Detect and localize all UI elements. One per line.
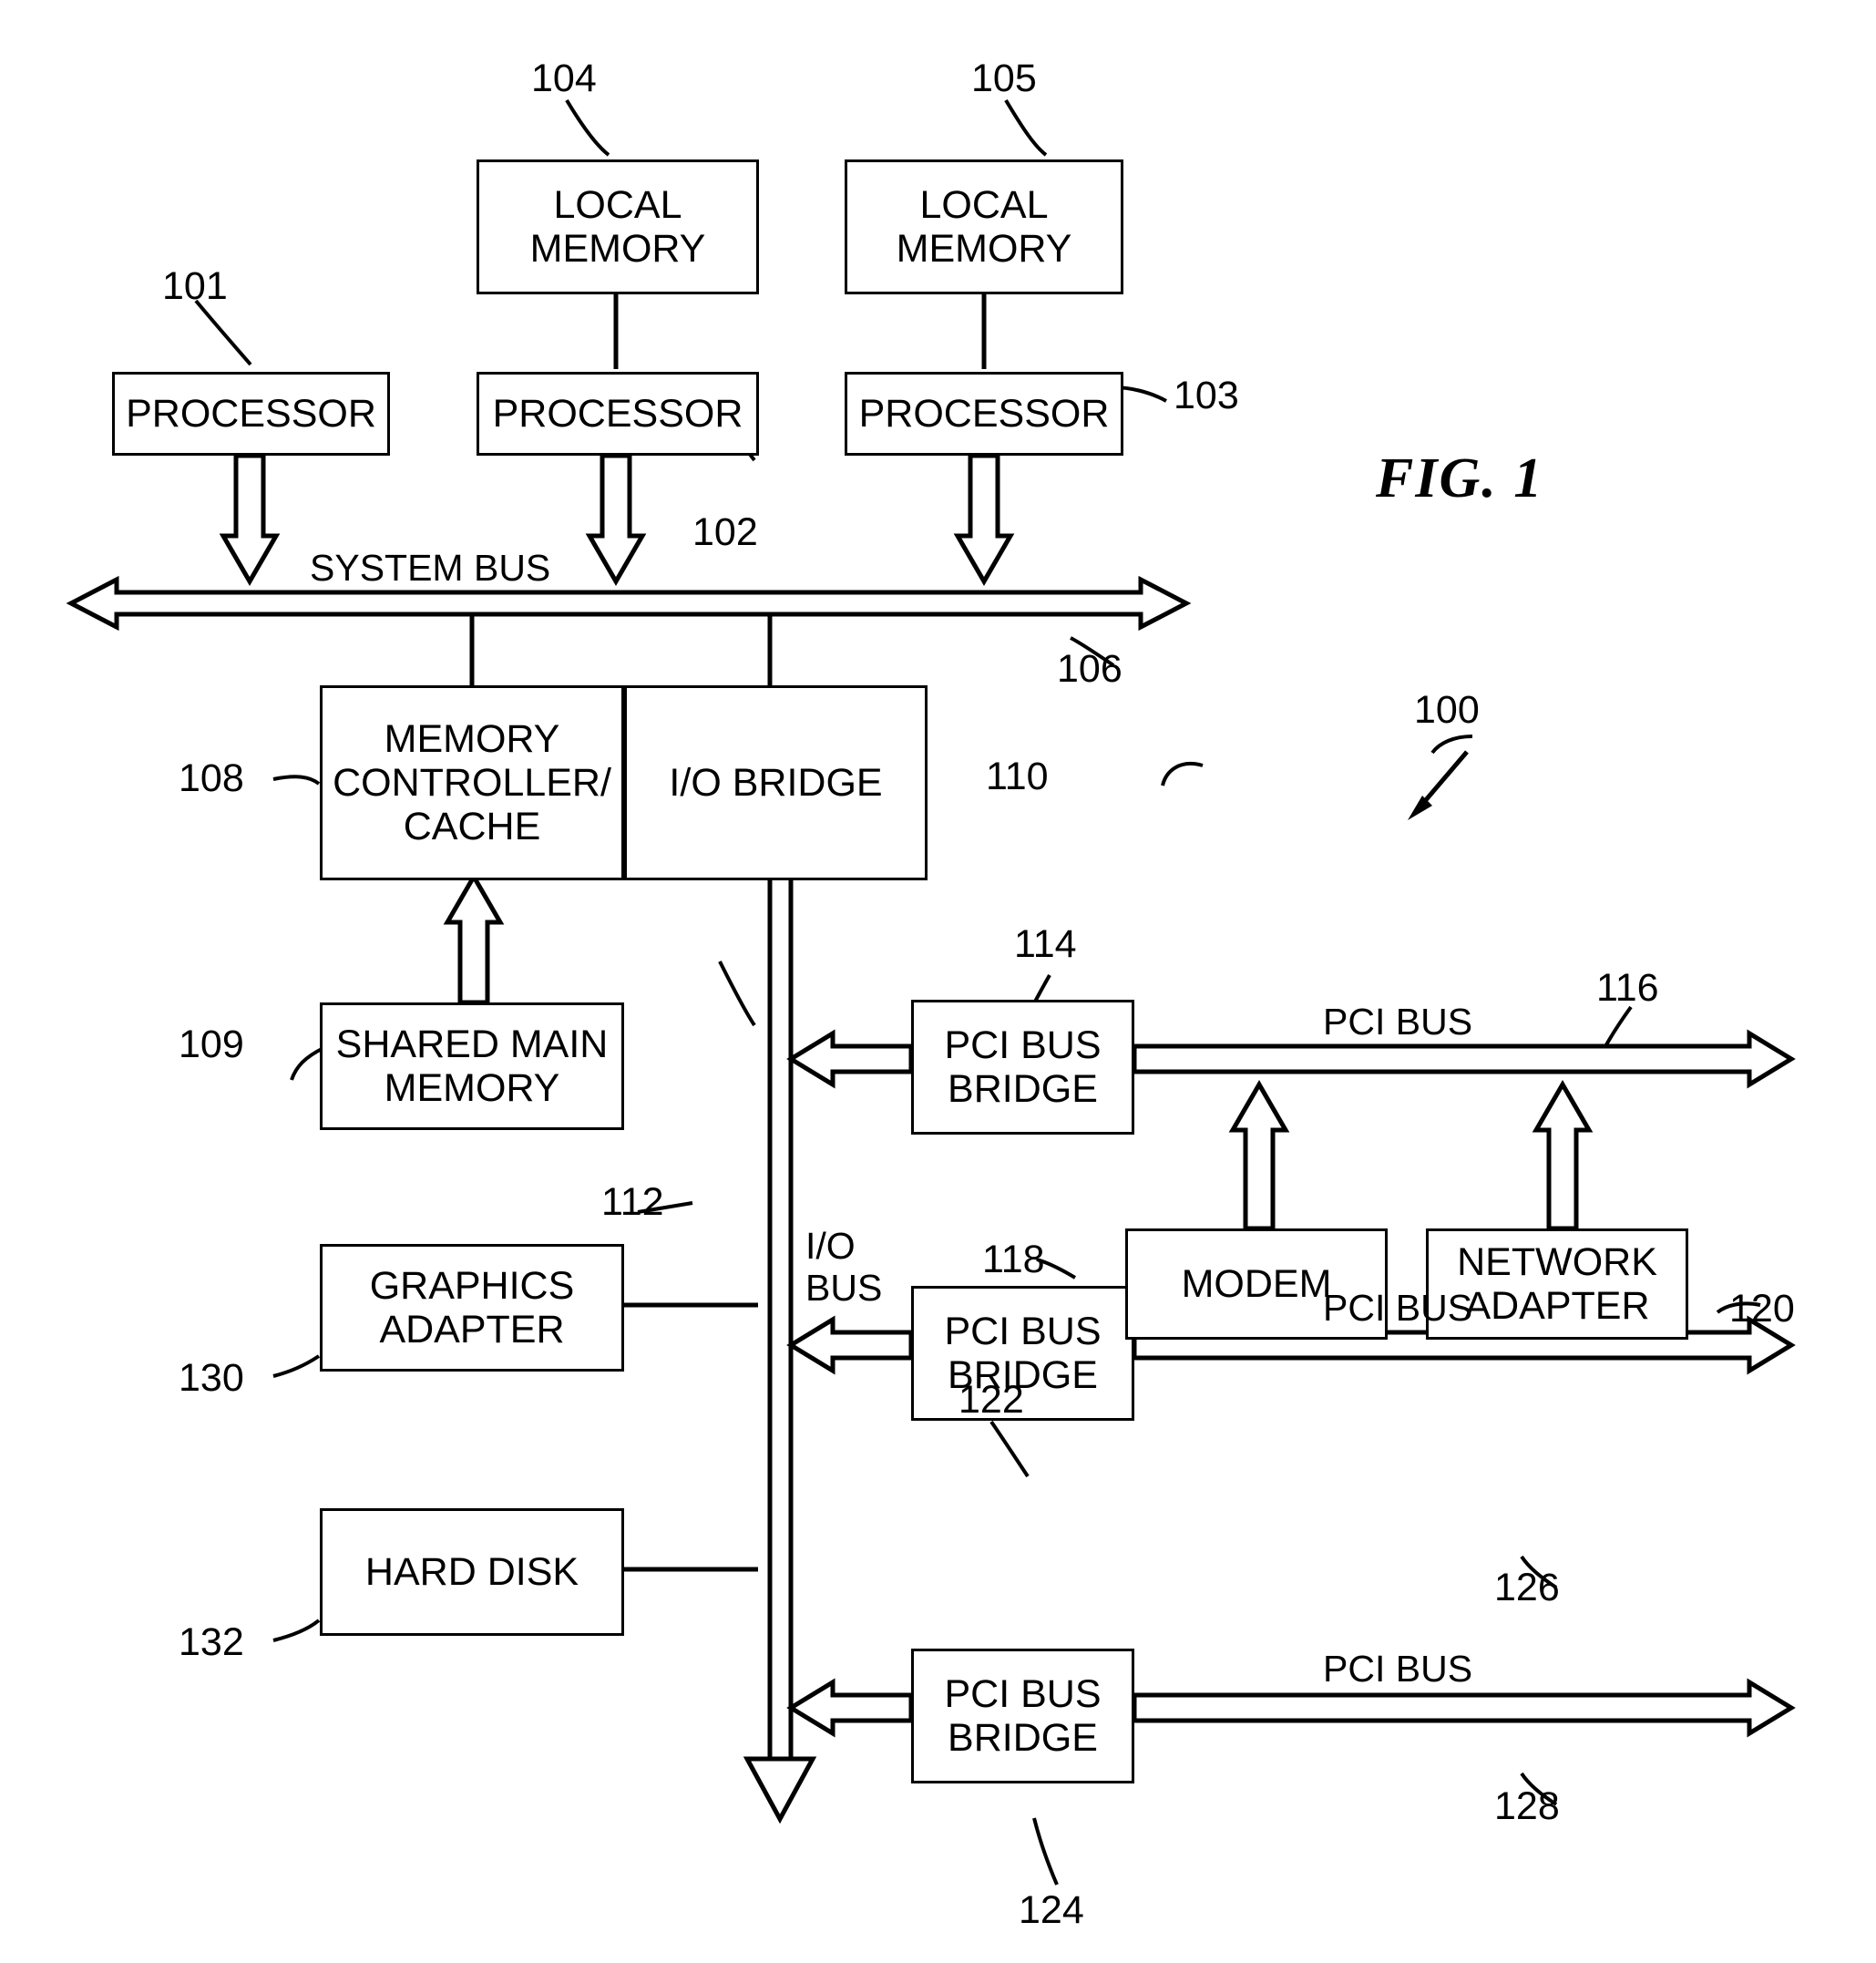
arrow-iobus-pcibridge2 [786, 1315, 914, 1375]
system-ref-arrow [1408, 750, 1469, 820]
box-local-memory-2-label: LOCAL MEMORY [896, 182, 1072, 271]
box-pci-bus-bridge-1-label: PCI BUS BRIDGE [944, 1023, 1102, 1111]
box-pci-bus-bridge-1[interactable]: PCI BUS BRIDGE [911, 1000, 1134, 1135]
arrow-proc1-bus [219, 453, 281, 586]
box-local-memory-2[interactable]: LOCAL MEMORY [845, 159, 1123, 294]
box-processor-3-label: PROCESSOR [858, 391, 1110, 436]
arrow-sharedmem-memctrl [443, 872, 505, 1005]
box-processor-1[interactable]: PROCESSOR [112, 372, 390, 456]
ref-132: 132 [179, 1620, 244, 1664]
box-shared-main-memory-label: SHARED MAIN MEMORY [335, 1022, 609, 1110]
arrow-iobus-pcibridge1 [786, 1029, 914, 1089]
ref-118: 118 [982, 1238, 1045, 1281]
box-modem-label: MODEM [1181, 1261, 1332, 1306]
box-hard-disk[interactable]: HARD DISK [320, 1508, 624, 1636]
ref-122: 122 [959, 1378, 1024, 1422]
ref-103: 103 [1174, 374, 1239, 417]
ref-105: 105 [971, 57, 1037, 100]
ref-130: 130 [179, 1356, 244, 1400]
ref-120: 120 [1729, 1287, 1795, 1331]
box-memory-controller-cache-label: MEMORY CONTROLLER/ CACHE [333, 716, 611, 849]
arrow-iobus-pcibridge3 [786, 1678, 914, 1738]
box-processor-3[interactable]: PROCESSOR [845, 372, 1123, 456]
ref-102: 102 [692, 510, 758, 554]
box-hard-disk-label: HARD DISK [364, 1549, 579, 1594]
arrow-network-pcibus [1532, 1080, 1594, 1231]
arrow-proc2-bus [585, 453, 647, 586]
ref-112: 112 [601, 1180, 664, 1224]
arrow-proc3-bus [953, 453, 1015, 586]
box-local-memory-1[interactable]: LOCAL MEMORY [477, 159, 759, 294]
box-graphics-adapter[interactable]: GRAPHICS ADAPTER [320, 1244, 624, 1372]
ref-114: 114 [1014, 922, 1077, 966]
ref-126: 126 [1494, 1566, 1560, 1609]
ref-124: 124 [1019, 1888, 1084, 1932]
box-shared-main-memory[interactable]: SHARED MAIN MEMORY [320, 1002, 624, 1130]
ref-104: 104 [531, 57, 597, 100]
ref-116: 116 [1596, 966, 1659, 1010]
ref-101: 101 [162, 264, 228, 308]
label-pci-bus-2: PCI BUS [1323, 1287, 1473, 1329]
box-pci-bus-bridge-3-label: PCI BUS BRIDGE [944, 1671, 1102, 1760]
ref-106: 106 [1057, 647, 1123, 691]
ref-110: 110 [986, 755, 1049, 798]
ref-108: 108 [179, 756, 244, 800]
figure-label: FIG. 1 [1376, 447, 1544, 509]
leader-104 [565, 98, 610, 157]
box-local-memory-1-label: LOCAL MEMORY [529, 182, 706, 271]
label-pci-bus-3: PCI BUS [1323, 1648, 1473, 1690]
system-bus-shape [66, 575, 1192, 632]
box-memory-controller-cache[interactable]: MEMORY CONTROLLER/ CACHE [320, 685, 624, 880]
ref-128: 128 [1494, 1784, 1560, 1828]
box-processor-2[interactable]: PROCESSOR [477, 372, 759, 456]
box-io-bridge-label: I/O BRIDGE [669, 760, 883, 805]
box-io-bridge[interactable]: I/O BRIDGE [624, 685, 928, 880]
box-network-adapter-label: NETWORK ADAPTER [1457, 1239, 1657, 1328]
label-pci-bus-1: PCI BUS [1323, 1001, 1473, 1043]
label-io-bus: I/O BUS [805, 1225, 883, 1309]
figure-canvas: LOCAL MEMORY LOCAL MEMORY PROCESSOR PROC… [0, 0, 1876, 1963]
box-pci-bus-bridge-3[interactable]: PCI BUS BRIDGE [911, 1649, 1134, 1783]
label-system-bus: SYSTEM BUS [310, 547, 551, 589]
box-processor-1-label: PROCESSOR [126, 391, 376, 436]
arrow-modem-pcibus [1228, 1080, 1290, 1231]
box-processor-2-label: PROCESSOR [492, 391, 743, 436]
box-graphics-adapter-label: GRAPHICS ADAPTER [369, 1263, 575, 1351]
ref-100: 100 [1414, 688, 1480, 732]
ref-109: 109 [179, 1023, 244, 1066]
